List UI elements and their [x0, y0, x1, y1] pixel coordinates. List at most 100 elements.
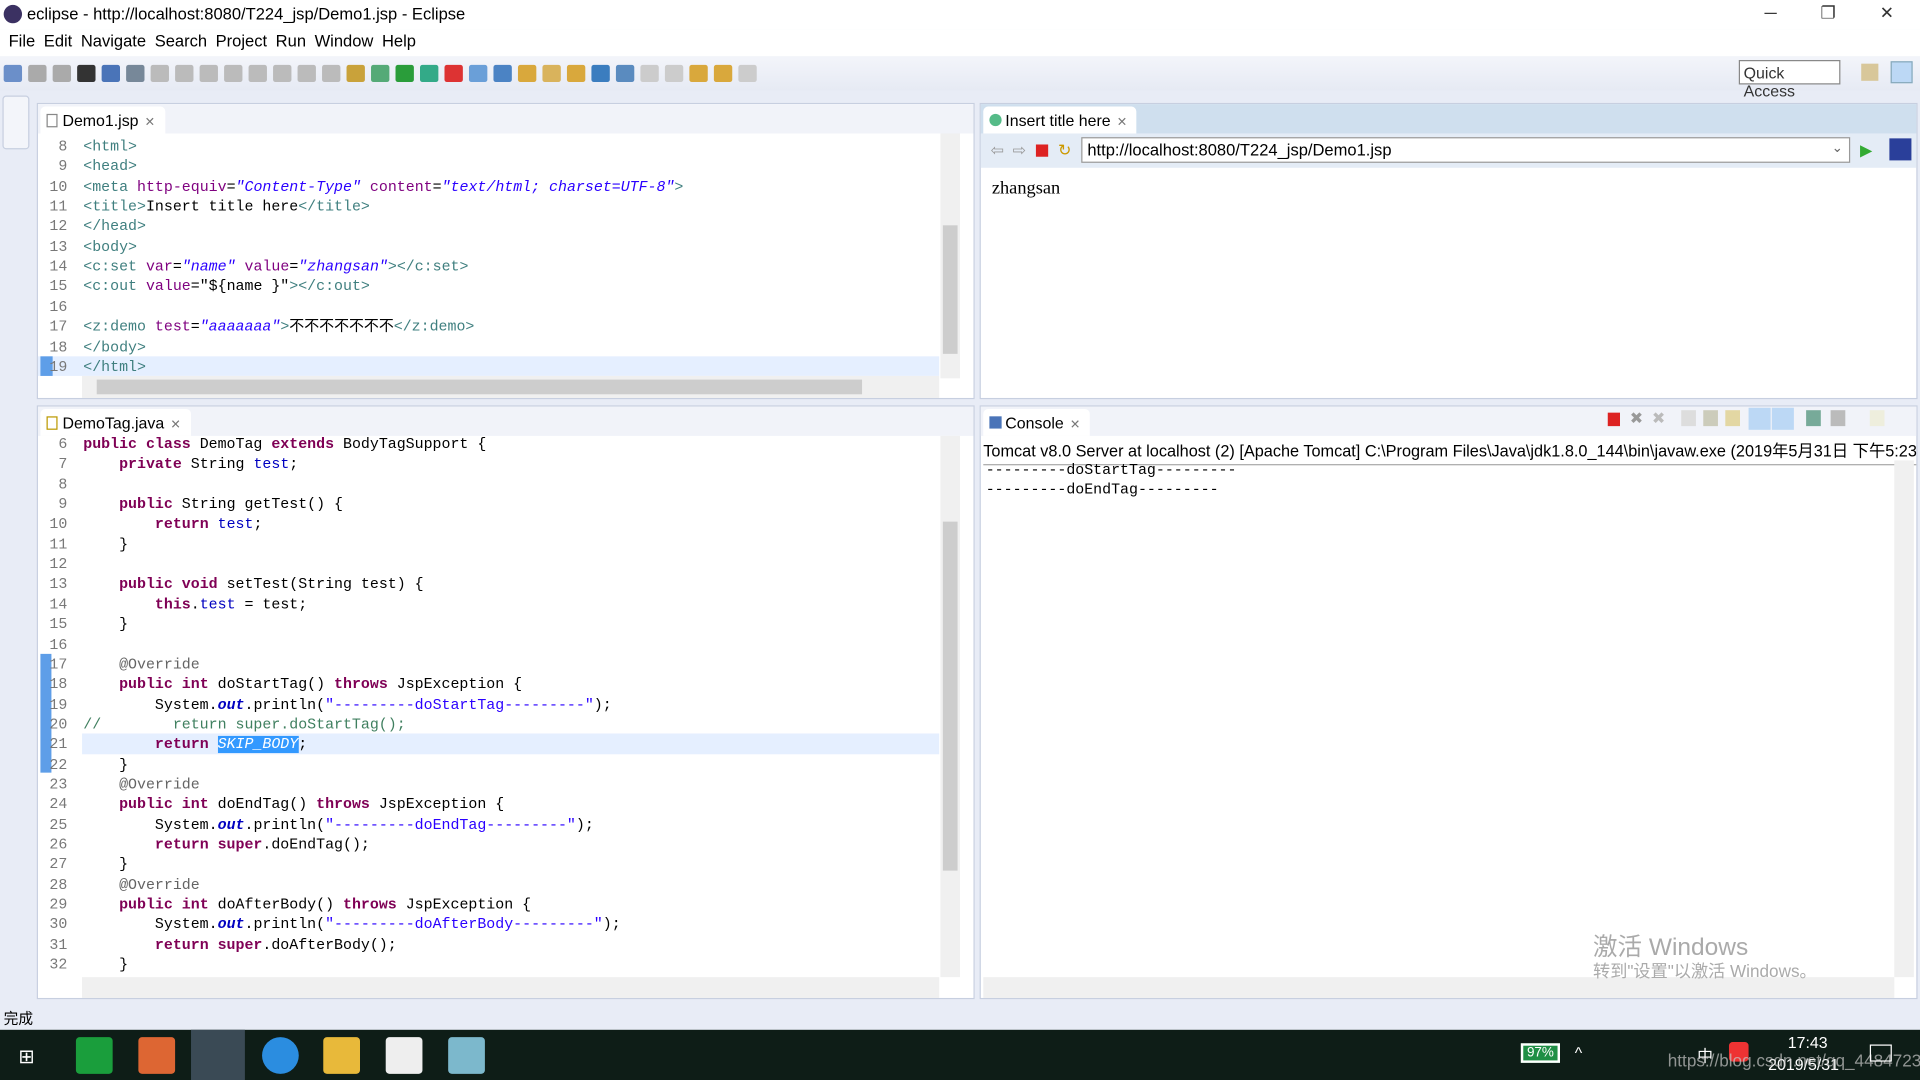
toolbar-button-icon[interactable]	[3, 64, 23, 83]
code-token: throws	[316, 796, 379, 814]
chevron-down-icon[interactable]: ⌄	[1832, 140, 1843, 156]
line-number: 11	[49, 536, 68, 554]
toolbar-button-icon[interactable]	[175, 64, 194, 83]
toolbar-button-icon[interactable]	[273, 64, 292, 83]
toolbar-button-icon[interactable]	[615, 64, 635, 83]
toolbar-button-icon[interactable]	[199, 64, 218, 83]
toolbar-button-icon[interactable]	[77, 64, 96, 83]
toolbar-button-icon[interactable]	[566, 64, 586, 83]
taskbar-hbuilder-icon[interactable]	[75, 1037, 113, 1074]
menu-navigate[interactable]: Navigate	[81, 29, 146, 53]
remove-launch-icon[interactable]: ✖	[1630, 409, 1643, 429]
toolbar-button-icon[interactable]	[713, 64, 733, 83]
close-button[interactable]: ✕	[1859, 2, 1915, 26]
toolbar-button-icon[interactable]	[591, 64, 610, 83]
maximize-button[interactable]: ❐	[1800, 2, 1856, 26]
close-tab-icon[interactable]: ✕	[170, 419, 180, 432]
taskbar-media-icon[interactable]	[385, 1037, 423, 1074]
minimize-button[interactable]: ─	[1742, 2, 1798, 26]
code-token: test	[154, 318, 191, 336]
code-token: public int	[119, 796, 218, 814]
toolbar-button-icon[interactable]	[420, 64, 439, 83]
tab-demo1-jsp[interactable]: Demo1.jsp ✕	[40, 106, 165, 134]
url-input[interactable]: http://localhost:8080/T224_jsp/Demo1.jsp…	[1081, 137, 1851, 163]
open-external-browser-icon[interactable]	[1889, 138, 1912, 161]
toolbar-button-icon[interactable]	[101, 64, 121, 83]
taskbar-app-icon[interactable]	[262, 1037, 299, 1074]
scroll-lock-icon[interactable]	[1703, 410, 1718, 427]
forward-icon[interactable]: ⇨	[1013, 141, 1026, 161]
toolbar-button-icon[interactable]	[689, 64, 708, 83]
code-token: ></c:set>	[387, 258, 469, 276]
remove-all-launches-icon[interactable]: ✖	[1652, 409, 1665, 429]
close-tab-icon[interactable]: ✕	[1117, 116, 1127, 129]
clear-console-icon[interactable]	[1681, 410, 1696, 427]
clock-time[interactable]: 17:43	[1788, 1033, 1828, 1051]
open-perspective-icon[interactable]	[1861, 63, 1879, 81]
java-horizontal-scrollbar[interactable]	[82, 977, 940, 998]
chevron-up-icon[interactable]: ^	[1575, 1043, 1582, 1061]
battery-indicator[interactable]: 97%	[1520, 1043, 1561, 1063]
taskbar-file-explorer-icon[interactable]	[323, 1037, 361, 1074]
display-console-icon[interactable]	[1830, 410, 1846, 427]
toolbar-button-icon[interactable]	[542, 64, 561, 83]
terminate-icon[interactable]	[1607, 412, 1621, 427]
toolbar-button-icon[interactable]	[322, 64, 341, 83]
jsp-horizontal-scrollbar[interactable]	[82, 375, 940, 398]
toolbar-button-icon[interactable]	[664, 64, 684, 83]
word-wrap-icon[interactable]	[1725, 410, 1741, 427]
menu-window[interactable]: Window	[315, 29, 374, 53]
go-icon[interactable]: ▶	[1860, 141, 1872, 161]
back-icon[interactable]: ⇦	[991, 141, 1004, 161]
toolbar-button-icon[interactable]	[126, 64, 145, 83]
code-token: out	[217, 696, 245, 714]
menu-run[interactable]: Run	[276, 29, 306, 53]
quick-access-input[interactable]: Quick Access	[1738, 60, 1841, 100]
toolbar-button-icon[interactable]	[738, 64, 757, 83]
toolbar-button-icon[interactable]	[248, 64, 267, 83]
toolbar-button-icon[interactable]	[640, 64, 659, 83]
java-ee-perspective-icon[interactable]	[1890, 61, 1913, 84]
show-on-stderr-icon[interactable]	[1771, 407, 1794, 430]
menu-help[interactable]: Help	[382, 29, 416, 53]
toolbar-button-icon[interactable]	[517, 64, 537, 83]
toolbar-button-icon[interactable]	[28, 64, 47, 83]
console-output[interactable]: ---------doStartTag--------- ---------doE…	[986, 460, 1237, 500]
toolbar-button-icon[interactable]	[346, 64, 365, 83]
minimized-views-trim[interactable]	[2, 95, 30, 150]
taskbar-eclipse-icon[interactable]	[191, 1029, 245, 1080]
close-tab-icon[interactable]: ✕	[1070, 419, 1080, 432]
menu-file[interactable]: File	[9, 29, 36, 53]
refresh-icon[interactable]: ↻	[1058, 141, 1071, 161]
show-on-stdout-icon[interactable]	[1748, 407, 1771, 430]
toolbar-button-icon[interactable]	[395, 64, 414, 83]
toolbar-button-icon[interactable]	[52, 64, 72, 83]
toolbar-button-icon[interactable]	[224, 64, 243, 83]
code-token: <body>	[83, 238, 138, 256]
menu-project[interactable]: Project	[216, 29, 267, 53]
tab-demotag-java[interactable]: DemoTag.java ✕	[40, 408, 191, 436]
notification-icon[interactable]	[1869, 1044, 1892, 1062]
menu-search[interactable]: Search	[155, 29, 207, 53]
jsp-vertical-scrollbar[interactable]	[940, 133, 961, 379]
code-line: 24 public int doEndTag() throws JspExcep…	[38, 795, 939, 815]
tab-console[interactable]: Console ✕	[983, 408, 1090, 436]
taskbar-chrome-icon[interactable]	[138, 1037, 176, 1074]
toolbar-button-icon[interactable]	[493, 64, 512, 83]
pin-console-icon[interactable]	[1806, 410, 1821, 427]
open-console-icon[interactable]	[1869, 410, 1885, 427]
windows-start-icon[interactable]: ⊞	[18, 1044, 34, 1068]
java-vertical-scrollbar[interactable]	[940, 435, 961, 978]
close-tab-icon[interactable]: ✕	[145, 116, 155, 129]
toolbar-button-icon[interactable]	[150, 64, 169, 83]
toolbar-button-icon[interactable]	[468, 64, 488, 83]
toolbar-button-icon[interactable]	[297, 64, 316, 83]
toolbar-button-icon[interactable]	[444, 64, 463, 83]
tab-insert-title-here[interactable]: Insert title here ✕	[983, 106, 1137, 134]
console-vertical-scrollbar[interactable]	[1894, 460, 1914, 978]
stop-icon[interactable]	[1035, 144, 1049, 157]
toolbar-button-icon[interactable]	[371, 64, 390, 83]
menu-edit[interactable]: Edit	[44, 29, 72, 53]
taskbar-notepad-icon[interactable]	[448, 1037, 485, 1074]
